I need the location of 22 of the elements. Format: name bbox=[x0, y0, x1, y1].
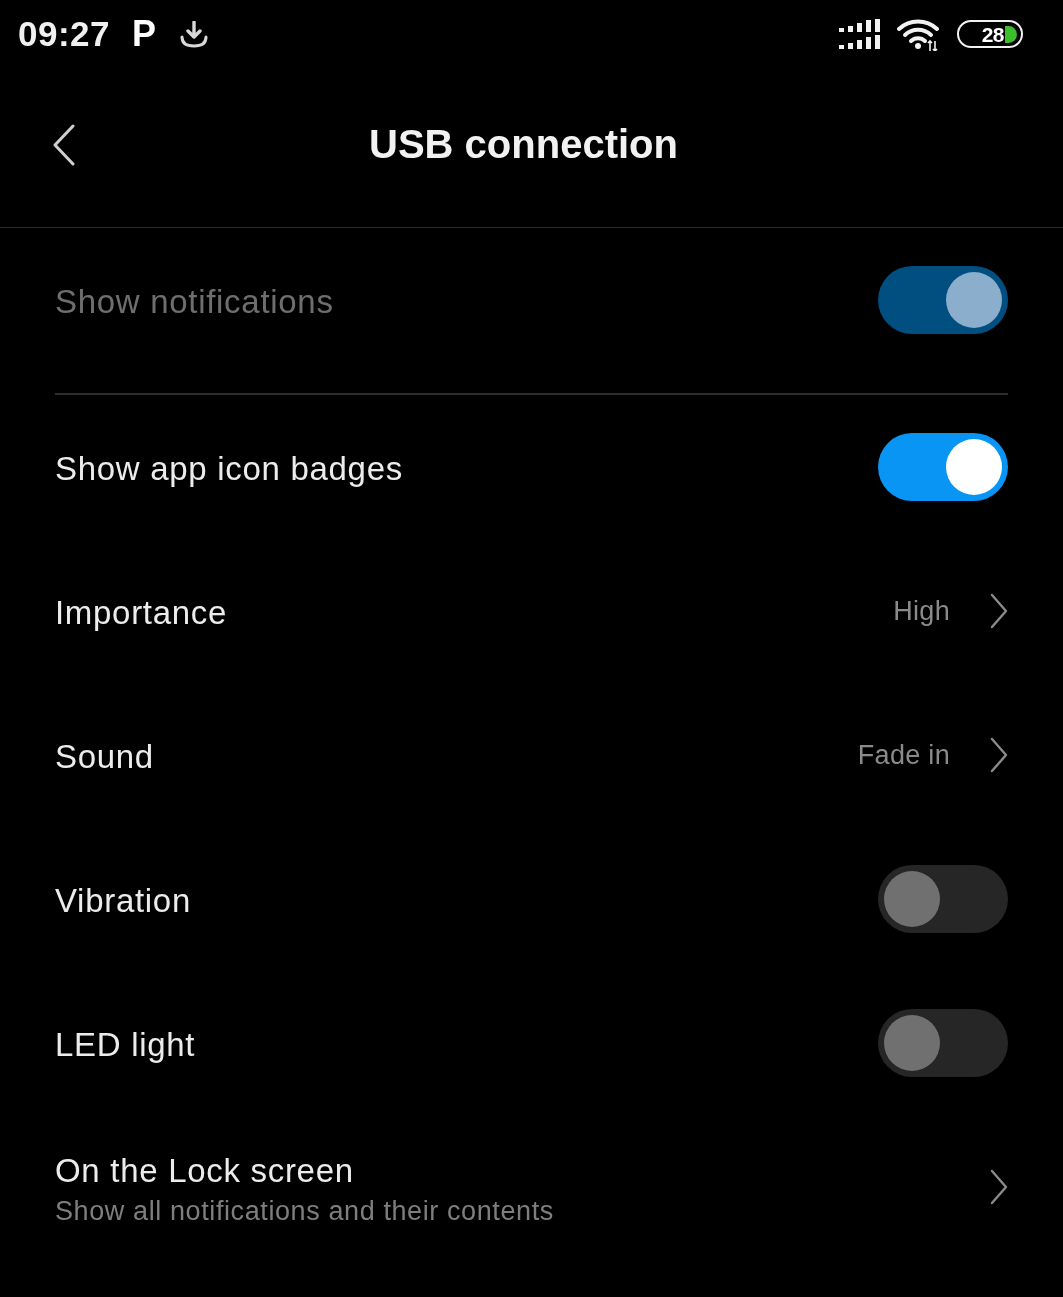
setting-label: Vibration bbox=[55, 882, 192, 920]
setting-label: Importance bbox=[55, 594, 229, 632]
wifi-icon bbox=[897, 17, 940, 51]
setting-label: Sound bbox=[55, 738, 155, 776]
notification-app-letter: P bbox=[132, 16, 157, 52]
setting-value: High bbox=[893, 595, 950, 627]
back-chevron-icon bbox=[52, 123, 76, 166]
setting-label: Show notifications bbox=[55, 283, 335, 321]
chevron-right-icon bbox=[990, 593, 1008, 629]
download-icon bbox=[180, 20, 209, 48]
setting-label: Show app icon badges bbox=[55, 450, 404, 488]
setting-value: Fade in bbox=[857, 739, 950, 771]
signal-icon bbox=[839, 19, 881, 49]
setting-label: On the Lock screen bbox=[55, 1151, 355, 1190]
page-title: USB connection bbox=[369, 122, 678, 167]
battery-fill-icon bbox=[1005, 25, 1017, 43]
setting-label: LED light bbox=[55, 1026, 197, 1064]
chevron-right-icon bbox=[990, 737, 1008, 773]
battery-percentage: 28 bbox=[981, 23, 1004, 45]
status-time: 09:27 bbox=[18, 14, 111, 54]
setting-description: Show all notifications and their contents bbox=[55, 1195, 555, 1227]
chevron-right-icon bbox=[990, 1169, 1008, 1205]
